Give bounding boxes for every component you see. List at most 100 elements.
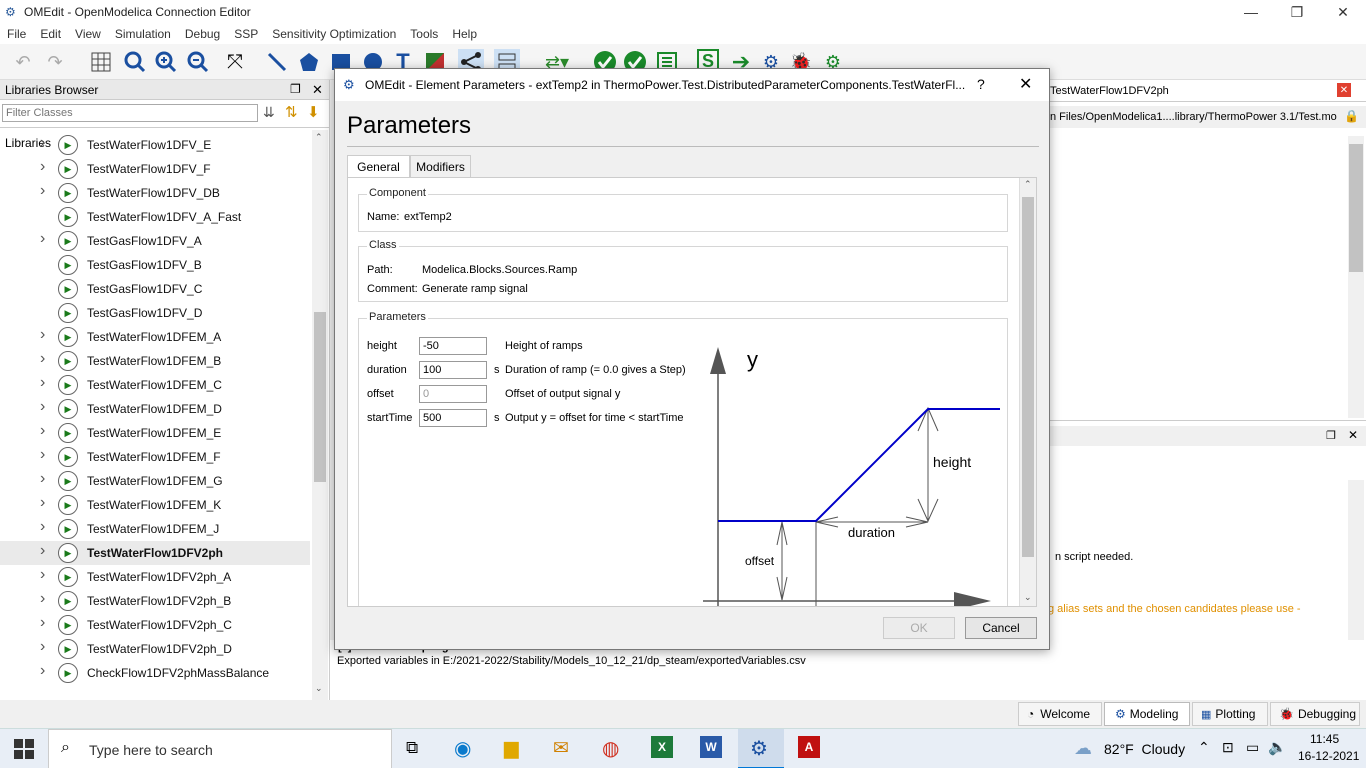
volume-icon[interactable]: 🔈 xyxy=(1268,738,1287,756)
menu-edit[interactable]: Edit xyxy=(33,27,68,41)
battery-icon[interactable]: ▭ xyxy=(1246,739,1259,756)
line-tool-icon[interactable] xyxy=(264,49,290,75)
network-icon[interactable]: ⊡ xyxy=(1222,739,1234,756)
mail-app-icon[interactable]: ✉ xyxy=(553,737,569,760)
chevron-right-icon[interactable]: › xyxy=(40,518,45,536)
editor-tab-title[interactable]: TestWaterFlow1DFV2ph xyxy=(1050,85,1169,97)
parameters-scrollbar[interactable]: ⌃ ⌄ xyxy=(1019,178,1036,606)
down-arrow-icon[interactable]: ⬇ xyxy=(307,103,320,121)
chevron-right-icon[interactable]: › xyxy=(40,398,45,416)
chevron-right-icon[interactable]: › xyxy=(40,374,45,392)
collapse-all-icon[interactable]: ⇊ xyxy=(263,104,275,121)
chevron-right-icon[interactable]: › xyxy=(40,326,45,344)
ok-button[interactable]: OK xyxy=(883,617,955,639)
menu-sensitivity-optimization[interactable]: Sensitivity Optimization xyxy=(265,27,403,41)
chevron-right-icon[interactable]: › xyxy=(40,182,45,200)
show-hidden-icons-chevron-icon[interactable]: ⌃ xyxy=(1198,739,1210,756)
word-icon[interactable]: W xyxy=(700,736,722,758)
list-item[interactable]: › ▶ TestWaterFlow1DFEM_G xyxy=(0,469,310,493)
undo-icon[interactable]: ↶ xyxy=(10,49,36,75)
menu-help[interactable]: Help xyxy=(445,27,484,41)
perspective-plotting[interactable]: ▦ Plotting xyxy=(1192,702,1268,726)
chevron-right-icon[interactable]: › xyxy=(40,422,45,440)
windows-start-icon[interactable] xyxy=(14,739,34,762)
zoom-out-icon[interactable] xyxy=(185,49,211,75)
fit-to-window-icon[interactable]: ⤧ xyxy=(222,49,248,75)
task-view-icon[interactable]: ⧉ xyxy=(406,738,418,758)
help-button[interactable]: ? xyxy=(977,76,985,92)
menu-tools[interactable]: Tools xyxy=(403,27,445,41)
maximize-button[interactable]: ❐ xyxy=(1274,0,1320,24)
clock-date[interactable]: 16-12-2021 xyxy=(1298,749,1359,763)
menu-debug[interactable]: Debug xyxy=(178,27,227,41)
menu-file[interactable]: File xyxy=(0,27,33,41)
list-item[interactable]: › ▶ TestWaterFlow1DFV_F xyxy=(0,157,310,181)
list-item[interactable]: › ▶ TestWaterFlow1DFEM_A xyxy=(0,325,310,349)
float-panel-icon[interactable]: ❐ xyxy=(290,82,301,96)
close-button[interactable]: ✕ xyxy=(1320,0,1366,24)
sort-icon[interactable]: ⇅ xyxy=(285,103,298,121)
float-panel-icon[interactable]: ❐ xyxy=(1326,429,1336,442)
chevron-right-icon[interactable]: › xyxy=(40,542,45,560)
library-tree-scrollbar[interactable]: ⌃ ⌄ xyxy=(312,130,328,700)
menu-simulation[interactable]: Simulation xyxy=(108,27,178,41)
list-item[interactable]: › ▶ TestWaterFlow1DFEM_K xyxy=(0,493,310,517)
scrollbar-thumb[interactable] xyxy=(1349,144,1363,272)
close-tab-icon[interactable]: ✕ xyxy=(1337,83,1351,97)
clock-time[interactable]: 11:45 xyxy=(1310,732,1339,746)
chevron-right-icon[interactable]: › xyxy=(40,470,45,488)
list-item[interactable]: › ▶ TestGasFlow1DFV_A xyxy=(0,229,310,253)
scrollbar-thumb[interactable] xyxy=(314,312,326,482)
list-item[interactable]: › ▶ TestWaterFlow1DFV2ph_D xyxy=(0,637,310,661)
param-value-input[interactable]: 100 xyxy=(419,361,487,379)
tab-modifiers[interactable]: Modifiers xyxy=(410,155,471,177)
edge-browser-icon[interactable]: ◉ xyxy=(454,736,471,761)
menu-view[interactable]: View xyxy=(68,27,108,41)
list-item[interactable]: › ▶ CheckFlow1DFV2phMassBalance xyxy=(0,661,310,685)
list-item[interactable]: ▶ TestGasFlow1DFV_C xyxy=(0,277,310,301)
chevron-right-icon[interactable]: › xyxy=(40,158,45,176)
chrome-browser-icon[interactable]: ◍ xyxy=(602,736,619,761)
polygon-tool-icon[interactable] xyxy=(296,49,322,75)
dialog-close-button[interactable]: ✕ xyxy=(1019,74,1032,94)
chevron-right-icon[interactable]: › xyxy=(40,134,45,152)
grid-icon[interactable] xyxy=(88,49,114,75)
param-value-input[interactable]: -50 xyxy=(419,337,487,355)
list-item[interactable]: › ▶ TestWaterFlow1DFEM_J xyxy=(0,517,310,541)
cancel-button[interactable]: Cancel xyxy=(965,617,1037,639)
chevron-right-icon[interactable]: › xyxy=(40,566,45,584)
zoom-reset-icon[interactable] xyxy=(122,49,148,75)
list-item[interactable]: › ▶ TestWaterFlow1DFV2ph_B xyxy=(0,589,310,613)
list-item[interactable]: ▶ TestWaterFlow1DFV_A_Fast xyxy=(0,205,310,229)
perspective-debugging[interactable]: 🐞 Debugging xyxy=(1270,702,1360,726)
scrollbar-thumb[interactable] xyxy=(1022,197,1034,557)
param-value-input[interactable]: 0 xyxy=(419,385,487,403)
list-item[interactable]: › ▶ TestWaterFlow1DFV2ph_A xyxy=(0,565,310,589)
minimize-button[interactable]: — xyxy=(1228,0,1274,24)
perspective-welcome[interactable]: ◔ Welcome xyxy=(1018,702,1102,726)
list-item[interactable]: › ▶ TestWaterFlow1DFEM_C xyxy=(0,373,310,397)
list-item[interactable]: › ▶ TestWaterFlow1DFV2ph_C xyxy=(0,613,310,637)
chevron-right-icon[interactable]: › xyxy=(40,590,45,608)
chevron-right-icon[interactable]: › xyxy=(40,662,45,680)
excel-icon[interactable]: X xyxy=(651,736,673,758)
chevron-right-icon[interactable]: › xyxy=(40,614,45,632)
list-item[interactable]: › ▶ TestWaterFlow1DFV_E xyxy=(0,133,310,157)
chevron-right-icon[interactable]: › xyxy=(40,446,45,464)
list-item[interactable]: › ▶ TestWaterFlow1DFEM_E xyxy=(0,421,310,445)
omedit-taskbar-button[interactable]: ⚙ xyxy=(738,729,784,768)
perspective-modeling[interactable]: ⚙ Modeling xyxy=(1104,702,1190,726)
list-item[interactable]: ▶ TestGasFlow1DFV_B xyxy=(0,253,310,277)
list-item[interactable]: › ▶ TestWaterFlow1DFEM_B xyxy=(0,349,310,373)
list-item[interactable]: › ▶ TestWaterFlow1DFV2ph xyxy=(0,541,310,565)
chevron-right-icon[interactable]: › xyxy=(40,494,45,512)
weather-text[interactable]: 82°F Cloudy xyxy=(1104,741,1185,757)
menu-ssp[interactable]: SSP xyxy=(227,27,265,41)
list-item[interactable]: › ▶ TestWaterFlow1DFEM_F xyxy=(0,445,310,469)
editor-scrollbar[interactable] xyxy=(1348,136,1364,418)
tab-general[interactable]: General xyxy=(347,155,410,177)
zoom-in-icon[interactable] xyxy=(153,49,179,75)
chevron-right-icon[interactable]: › xyxy=(40,230,45,248)
chevron-right-icon[interactable]: › xyxy=(40,638,45,656)
acrobat-reader-icon[interactable]: A xyxy=(798,736,820,758)
